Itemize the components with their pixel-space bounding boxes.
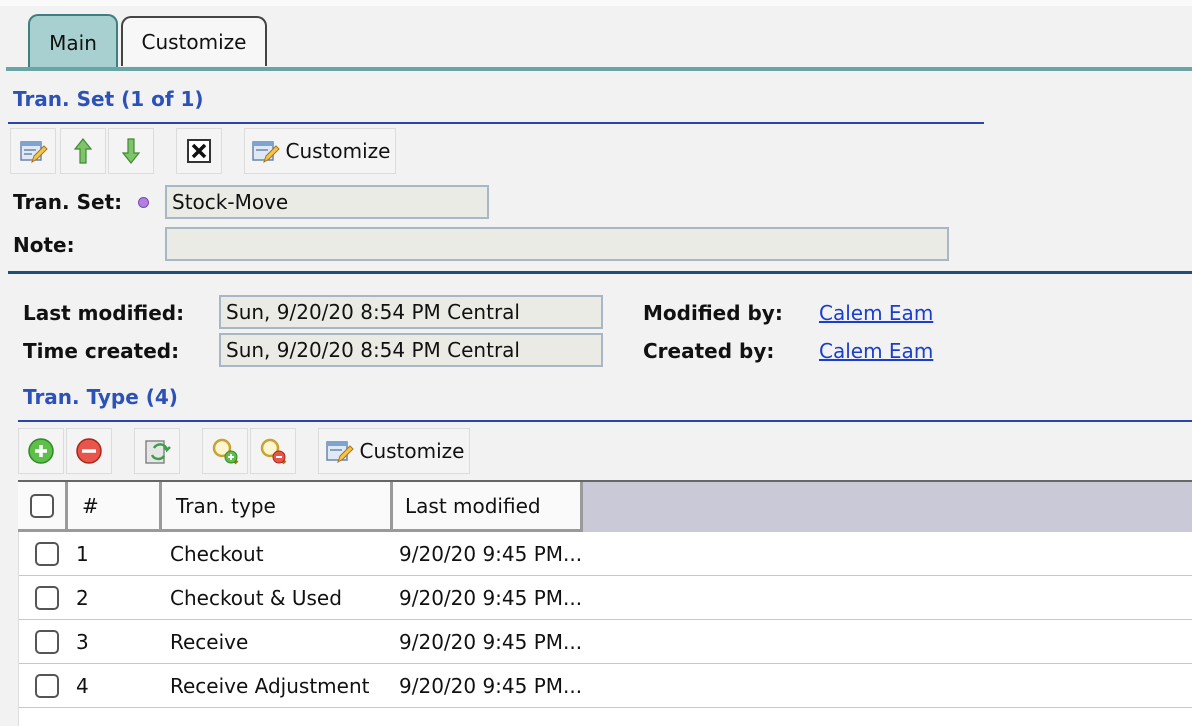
- last-modified-label: Last modified:: [23, 301, 185, 325]
- zoom-out-button[interactable]: [250, 428, 296, 474]
- row-last-modified: 9/20/20 9:45 PM...: [399, 542, 583, 566]
- row-num: 1: [76, 542, 89, 566]
- tab-main-label: Main: [49, 31, 97, 55]
- arrow-up-icon: [68, 136, 98, 166]
- note-field[interactable]: [165, 227, 949, 261]
- customize-button-set[interactable]: Customize: [244, 128, 396, 174]
- row-last-modified: 9/20/20 9:45 PM...: [399, 674, 583, 698]
- required-indicator: [138, 197, 149, 208]
- row-num: 3: [76, 630, 89, 654]
- edit-button[interactable]: [10, 128, 56, 174]
- header-last-modified[interactable]: Last modified: [393, 482, 583, 532]
- tran-type-divider: [18, 420, 1192, 422]
- customize-button-type[interactable]: Customize: [318, 428, 470, 474]
- row-last-modified: 9/20/20 9:45 PM...: [399, 630, 583, 654]
- row-checkbox[interactable]: [35, 586, 59, 610]
- customize-icon: [324, 436, 354, 466]
- row-num: 2: [76, 586, 89, 610]
- customize-label: Customize: [359, 439, 465, 463]
- tran-set-divider: [8, 122, 984, 124]
- grid-header: # Tran. type Last modified: [18, 480, 1192, 532]
- add-icon: [26, 436, 56, 466]
- time-created-field: Sun, 9/20/20 8:54 PM Central: [219, 333, 603, 367]
- customize-icon: [250, 136, 280, 166]
- arrow-down-icon: [116, 136, 146, 166]
- created-by-link[interactable]: Calem Eam: [819, 339, 933, 363]
- row-tran-type: Checkout: [170, 542, 264, 566]
- time-created-label: Time created:: [23, 339, 180, 363]
- row-num: 4: [76, 674, 89, 698]
- row-tran-type: Receive Adjustment: [170, 674, 370, 698]
- tab-customize-label: Customize: [141, 30, 247, 54]
- zoom-in-icon: [210, 436, 240, 466]
- move-down-button[interactable]: [108, 128, 154, 174]
- header-select-all-cell: [18, 482, 68, 532]
- grid-body: 1 Checkout 9/20/20 9:45 PM... 2 Checkout…: [18, 532, 1192, 726]
- last-modified-field: Sun, 9/20/20 8:54 PM Central: [219, 295, 603, 329]
- remove-button[interactable]: [66, 428, 112, 474]
- customize-label: Customize: [285, 139, 391, 163]
- created-by-label: Created by:: [643, 339, 775, 363]
- table-row[interactable]: 1 Checkout 9/20/20 9:45 PM...: [19, 532, 1192, 576]
- row-tran-type: Checkout & Used: [170, 586, 342, 610]
- row-checkbox[interactable]: [35, 674, 59, 698]
- modified-by-label: Modified by:: [643, 301, 783, 325]
- row-checkbox[interactable]: [35, 630, 59, 654]
- header-num[interactable]: #: [68, 482, 162, 532]
- refresh-icon: [142, 436, 172, 466]
- top-strip: [0, 0, 1192, 6]
- table-row[interactable]: 2 Checkout & Used 9/20/20 9:45 PM...: [19, 576, 1192, 620]
- refresh-button[interactable]: [134, 428, 180, 474]
- tran-set-title: Tran. Set (1 of 1): [13, 87, 204, 111]
- tran-type-title: Tran. Type (4): [23, 385, 178, 409]
- header-tran-type[interactable]: Tran. type: [162, 482, 393, 532]
- move-up-button[interactable]: [60, 128, 106, 174]
- row-checkbox[interactable]: [35, 542, 59, 566]
- row-last-modified: 9/20/20 9:45 PM...: [399, 586, 583, 610]
- add-button[interactable]: [18, 428, 64, 474]
- table-row[interactable]: 4 Receive Adjustment 9/20/20 9:45 PM...: [19, 664, 1192, 708]
- tab-customize[interactable]: Customize: [121, 16, 267, 66]
- table-row[interactable]: 3 Receive 9/20/20 9:45 PM...: [19, 620, 1192, 664]
- zoom-in-button[interactable]: [202, 428, 248, 474]
- tab-underline: [6, 67, 1192, 71]
- tran-set-label: Tran. Set:: [13, 190, 123, 214]
- close-box-icon: [184, 136, 214, 166]
- modified-by-link[interactable]: Calem Eam: [819, 301, 933, 325]
- remove-icon: [74, 436, 104, 466]
- select-all-checkbox[interactable]: [29, 493, 54, 518]
- section-divider: [8, 271, 1192, 274]
- zoom-out-icon: [258, 436, 288, 466]
- tab-main[interactable]: Main: [28, 14, 118, 70]
- tran-set-field[interactable]: Stock-Move: [165, 185, 489, 219]
- row-tran-type: Receive: [170, 630, 249, 654]
- edit-form-icon: [18, 136, 48, 166]
- note-label: Note:: [13, 233, 75, 257]
- close-button[interactable]: [176, 128, 222, 174]
